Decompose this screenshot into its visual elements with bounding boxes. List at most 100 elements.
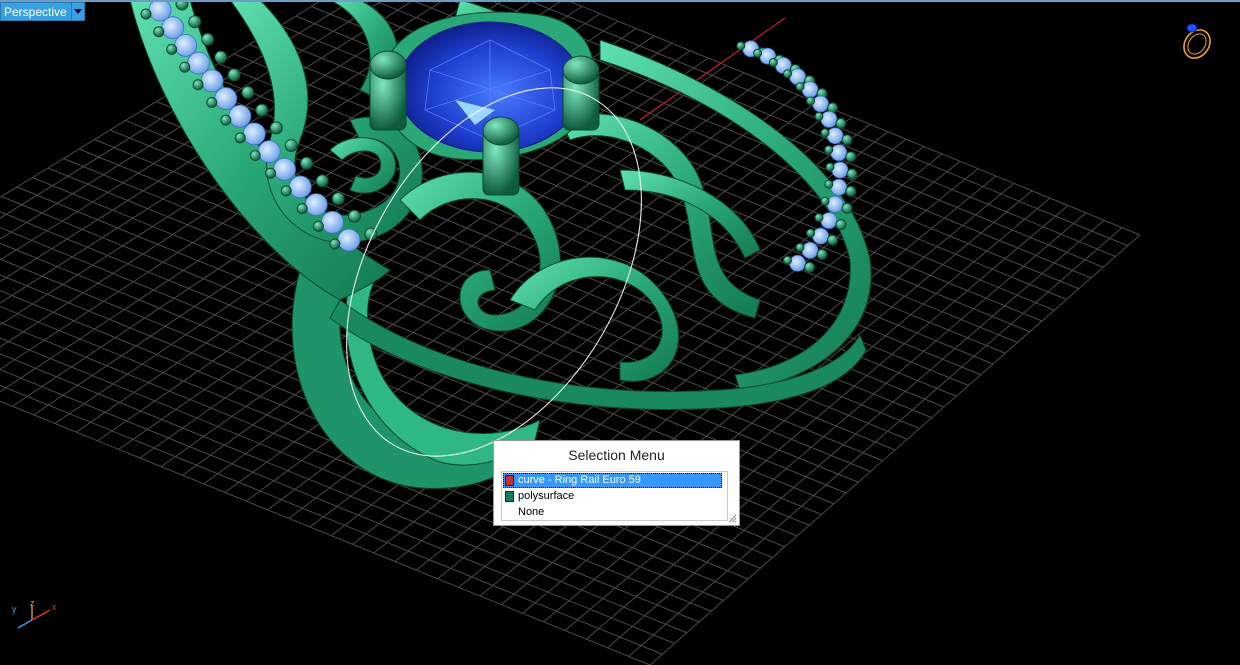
bead (284, 139, 298, 153)
bead (241, 85, 255, 99)
bead (329, 238, 341, 250)
bead (736, 41, 746, 51)
bead (347, 209, 361, 223)
pave-stone (187, 51, 211, 75)
bead (806, 228, 816, 238)
bead (795, 82, 805, 92)
color-swatch (505, 475, 514, 486)
bead (227, 68, 241, 82)
bead (827, 234, 839, 246)
bead (845, 185, 857, 197)
bead (753, 48, 763, 58)
pave-stone (337, 228, 361, 252)
ring-preview-icon (1183, 23, 1211, 59)
bead (234, 132, 246, 144)
pave-stone (826, 127, 844, 145)
bead (315, 174, 329, 188)
grid-line (564, 205, 1069, 631)
viewport-title-tab[interactable]: Perspective (0, 2, 85, 21)
bead (814, 213, 824, 223)
axis-x-label: x (52, 602, 57, 612)
bead (795, 242, 805, 252)
axis-y-label: y (12, 604, 17, 614)
viewport-perspective[interactable]: Perspective y z x Selection Menu curve -… (0, 0, 1240, 665)
bead (312, 220, 324, 232)
bead (825, 162, 835, 172)
pave-stone (228, 104, 252, 128)
bead (201, 32, 215, 46)
bead (296, 203, 308, 215)
bead (804, 261, 816, 273)
bead (214, 50, 228, 64)
bead (816, 248, 828, 260)
pave-stone (288, 175, 312, 199)
pave-stone (257, 140, 281, 163)
axis-gizmo-icon: y z x (12, 600, 57, 629)
selection-item-polysurface[interactable]: polysurface (503, 489, 722, 504)
pave-stone (273, 157, 296, 181)
bead (845, 151, 857, 163)
selection-menu-dialog[interactable]: Selection Menu curve - Ring Rail Euro 59… (493, 440, 740, 526)
bead (824, 179, 834, 189)
bead (814, 111, 824, 121)
selection-item-none[interactable]: None (503, 505, 722, 520)
pave-stone (826, 195, 844, 213)
bead (188, 15, 202, 29)
bead (153, 26, 165, 38)
bead (806, 96, 816, 106)
grid-line (585, 212, 1087, 640)
pave-stone (242, 122, 266, 146)
pave-stone (812, 95, 829, 113)
pave-stone (830, 178, 848, 196)
selection-item-label: polysurface (518, 490, 575, 502)
viewport-title-label[interactable]: Perspective (0, 2, 72, 21)
resize-grip-icon[interactable] (727, 513, 737, 523)
axis-z-label: z (30, 600, 35, 608)
color-swatch (505, 507, 514, 518)
viewport-top-border (0, 0, 1240, 2)
pave-stone (801, 81, 819, 99)
bead (841, 202, 853, 214)
bead (255, 103, 269, 117)
pave-stone (801, 241, 819, 259)
bead (835, 219, 847, 231)
scene-canvas[interactable] (0, 0, 1240, 665)
pave-stone (830, 144, 848, 162)
selection-list[interactable]: curve - Ring Rail Euro 59 polysurface No… (501, 471, 728, 521)
pave-stone (214, 87, 238, 110)
bead (824, 145, 834, 155)
bead (820, 196, 830, 206)
bead (206, 96, 218, 108)
bead (300, 156, 314, 170)
bead (783, 69, 793, 79)
bead (820, 128, 830, 138)
pave-stone (820, 110, 838, 128)
pave-stone (789, 254, 806, 272)
pave-stone (820, 212, 838, 230)
bead (835, 117, 847, 129)
pave-stone (304, 193, 328, 217)
filigree-scroll[interactable] (329, 137, 396, 194)
bead (179, 61, 191, 73)
dropdown-arrow-icon[interactable] (71, 2, 85, 21)
pave-stone (831, 161, 849, 179)
bead (768, 58, 778, 68)
bead (841, 134, 853, 146)
pave-stone (812, 227, 829, 245)
bead (269, 121, 283, 135)
bead (220, 114, 232, 126)
bead (249, 150, 261, 162)
selection-menu-title: Selection Menu (568, 447, 665, 463)
bead (192, 79, 204, 91)
bead (140, 8, 152, 20)
bead (280, 185, 292, 197)
pave-stone (200, 69, 224, 93)
selection-item-curve[interactable]: curve - Ring Rail Euro 59 (503, 473, 722, 488)
bead (331, 192, 345, 206)
bead (783, 255, 793, 265)
pave-stone (321, 210, 344, 234)
bead (265, 167, 277, 179)
color-swatch (505, 491, 514, 502)
selection-item-label: curve - Ring Rail Euro 59 (518, 474, 641, 486)
bead (846, 168, 858, 180)
